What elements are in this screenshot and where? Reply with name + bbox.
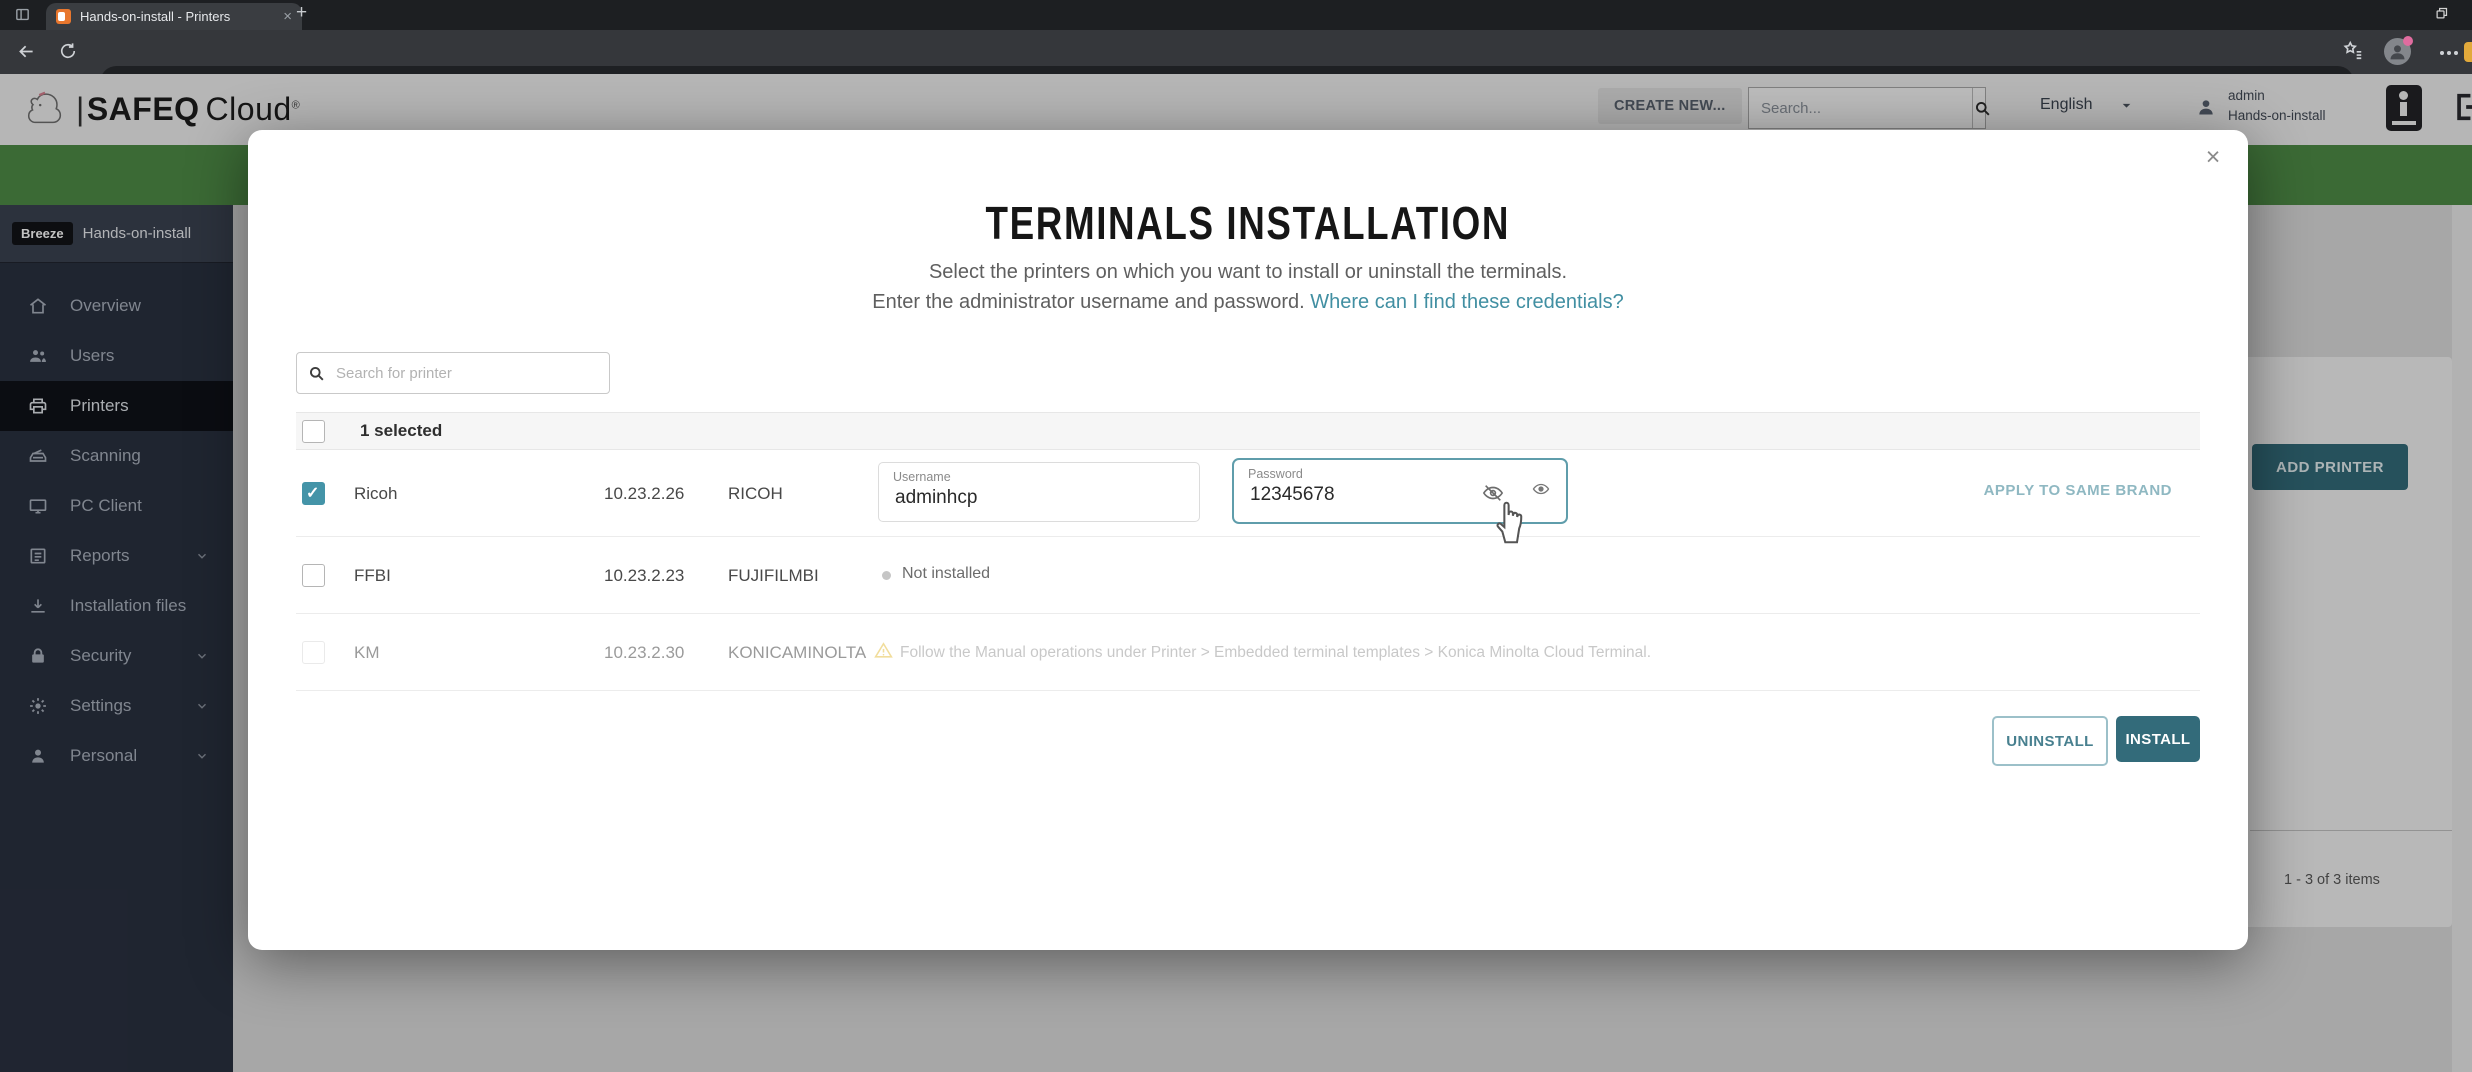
printer-brand: RICOH bbox=[728, 484, 783, 503]
screen: Hands-on-install - Printers × + https://… bbox=[0, 0, 2472, 1072]
table-row-km: KM 10.23.2.30 KONICAMINOLTA Follow the M… bbox=[296, 614, 2200, 691]
back-icon[interactable] bbox=[16, 41, 37, 67]
row-checkbox[interactable] bbox=[302, 482, 325, 505]
close-icon[interactable]: × bbox=[2196, 140, 2230, 174]
username-field: Username bbox=[878, 462, 1200, 522]
manual-note: Follow the Manual operations under Print… bbox=[900, 644, 1652, 661]
close-tab-icon[interactable]: × bbox=[283, 9, 292, 24]
table-row-ffbi: FFBI 10.23.2.23 FUJIFILMBI Not installed bbox=[296, 537, 2200, 614]
browser-menu-icon[interactable] bbox=[2440, 51, 2444, 55]
printer-brand: KONICAMINOLTA bbox=[728, 643, 867, 662]
printer-search bbox=[296, 352, 610, 394]
modal-subtitle-2: Enter the administrator username and pas… bbox=[872, 291, 1624, 313]
modal-subtitle-1: Select the printers on which you want to… bbox=[928, 261, 1568, 283]
status-dot bbox=[882, 571, 891, 580]
mouse-cursor bbox=[1486, 494, 1532, 551]
select-all-checkbox[interactable] bbox=[302, 420, 325, 443]
install-button[interactable]: INSTALL bbox=[2116, 716, 2200, 762]
browser-tab-bar: Hands-on-install - Printers × + bbox=[0, 0, 2472, 30]
terminals-installation-modal: × TERMINALS INSTALLATION Select the prin… bbox=[248, 130, 2248, 950]
printer-brand: FUJIFILMBI bbox=[728, 566, 819, 585]
printer-name: KM bbox=[354, 643, 380, 662]
password-label: Password bbox=[1248, 467, 1303, 481]
printer-name: Ricoh bbox=[354, 484, 398, 503]
printers-table: 1 selected Ricoh 10.23.2.26 RICOH Userna… bbox=[296, 412, 2200, 691]
printer-ip: 10.23.2.26 bbox=[604, 484, 685, 503]
table-row-ricoh: Ricoh 10.23.2.26 RICOH Username Password bbox=[296, 450, 2200, 537]
extension-icon[interactable] bbox=[2464, 42, 2472, 62]
table-header-row: 1 selected bbox=[296, 412, 2200, 450]
username-input[interactable] bbox=[893, 486, 1137, 510]
collections-icon[interactable] bbox=[2342, 39, 2364, 66]
row-checkbox[interactable] bbox=[302, 564, 325, 587]
restore-window-icon[interactable] bbox=[2434, 6, 2449, 26]
new-tab-icon[interactable]: + bbox=[296, 2, 307, 24]
show-password-icon[interactable] bbox=[1532, 480, 1550, 503]
apply-to-same-brand-link[interactable]: APPLY TO SAME BRAND bbox=[1984, 482, 2172, 499]
username-label: Username bbox=[893, 470, 951, 484]
printer-ip: 10.23.2.30 bbox=[604, 643, 685, 662]
search-icon bbox=[310, 366, 324, 381]
status-label: Not installed bbox=[902, 565, 991, 582]
printer-ip: 10.23.2.23 bbox=[604, 566, 685, 585]
credentials-link[interactable]: Where can I find these credentials? bbox=[1310, 291, 1624, 313]
refresh-icon[interactable] bbox=[58, 41, 78, 66]
modal-title: TERMINALS INSTALLATION bbox=[985, 197, 1511, 249]
uninstall-button[interactable]: UNINSTALL bbox=[1992, 716, 2108, 766]
printer-search-input[interactable] bbox=[334, 363, 599, 383]
warning-icon bbox=[874, 641, 893, 665]
vertical-tabs-icon[interactable] bbox=[14, 6, 31, 28]
browser-toolbar: https://hands-on-install.eutest.eophcp.c… bbox=[0, 30, 2472, 99]
printer-name: FFBI bbox=[354, 566, 391, 585]
selected-count: 1 selected bbox=[360, 421, 443, 440]
tab-title: Hands-on-install - Printers bbox=[80, 9, 231, 24]
browser-tab[interactable]: Hands-on-install - Printers × bbox=[46, 3, 302, 30]
row-checkbox-disabled bbox=[302, 641, 325, 664]
safeq-favicon-icon bbox=[56, 9, 71, 24]
password-input[interactable] bbox=[1248, 483, 1501, 507]
profile-avatar[interactable] bbox=[2384, 36, 2413, 65]
